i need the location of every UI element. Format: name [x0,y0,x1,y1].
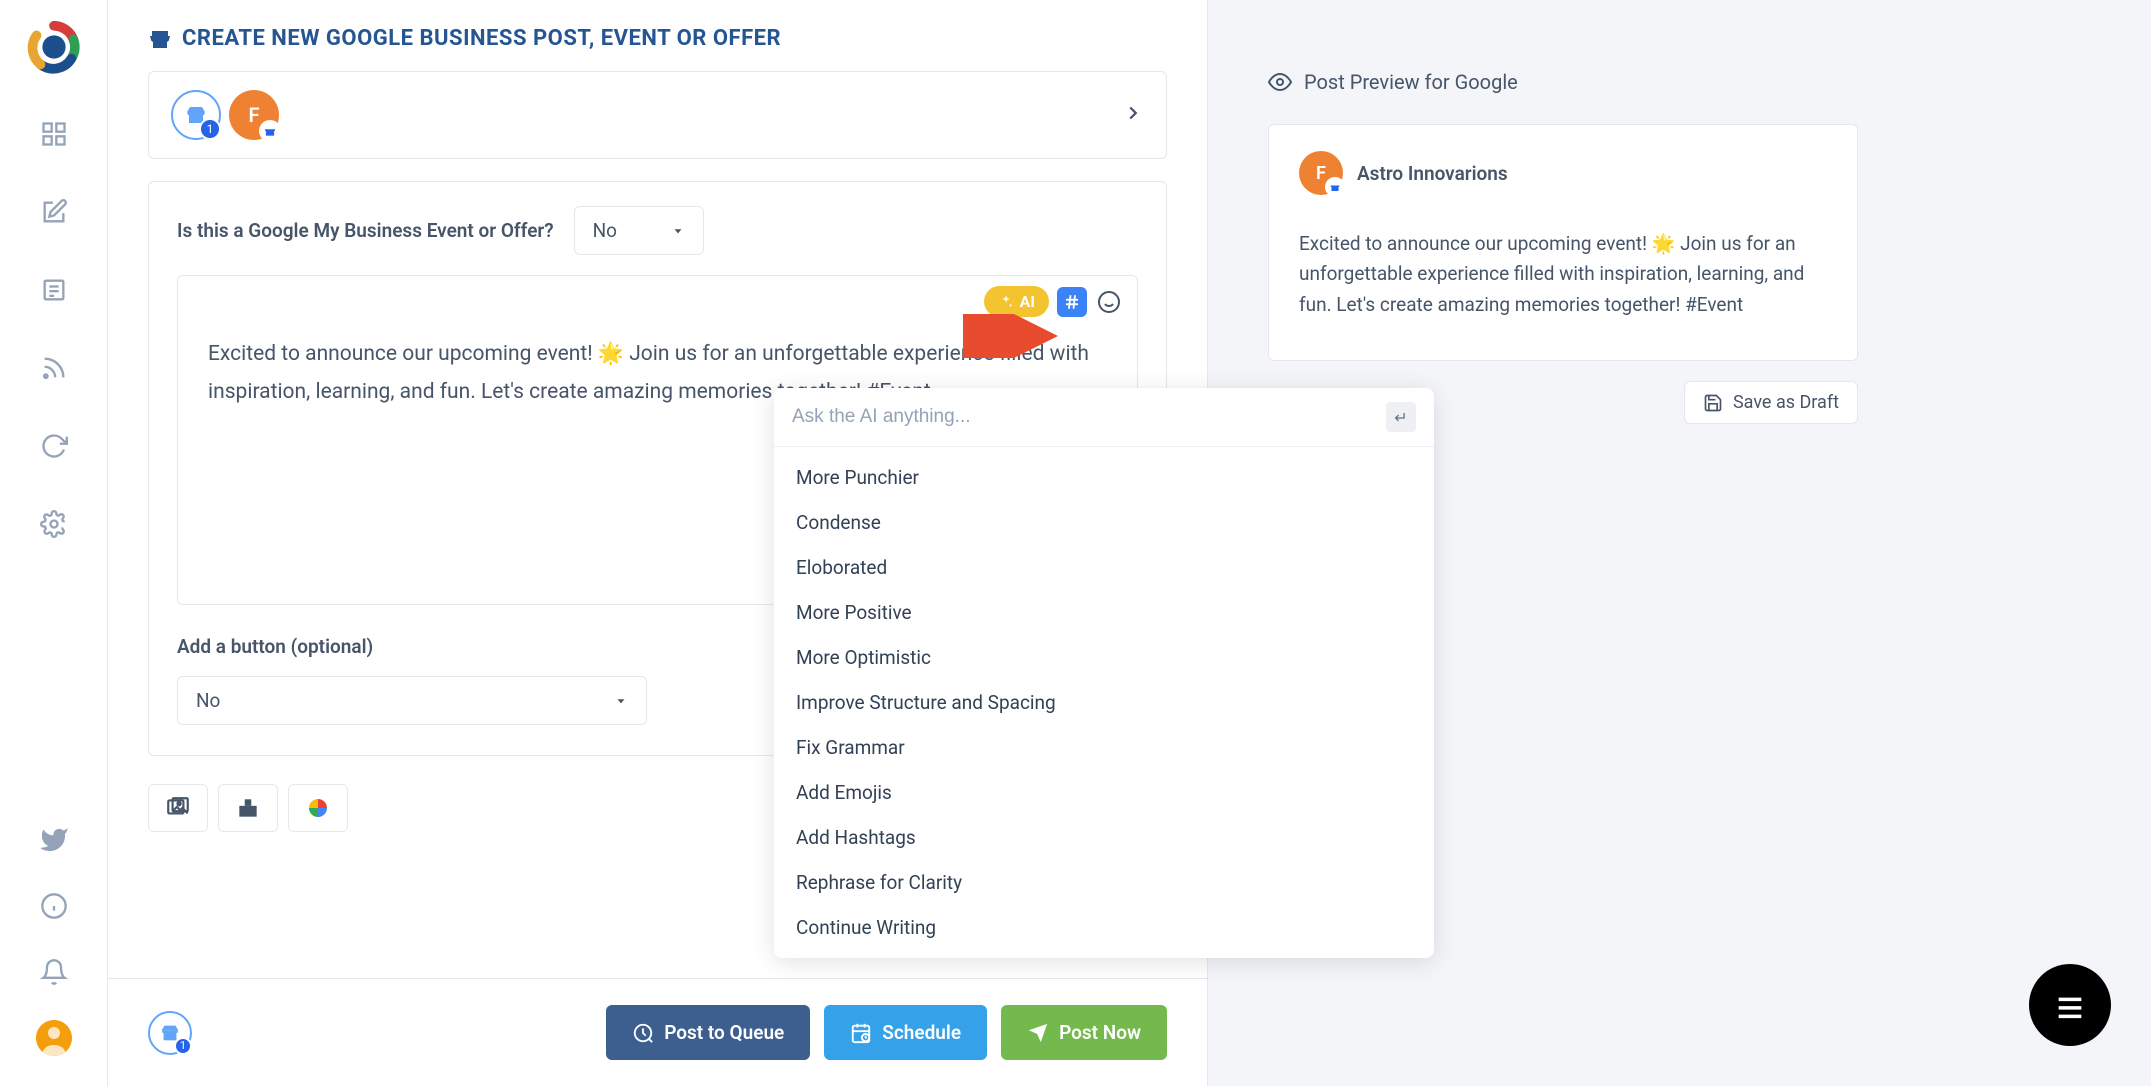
footer-account-badge: 1 [174,1037,192,1055]
ai-dropdown: ↵ More Punchier Condense Eloborated More… [774,388,1434,958]
nav-refresh[interactable] [36,428,72,464]
platform-badge-icon [259,120,281,142]
ai-submit-button[interactable]: ↵ [1386,402,1416,432]
ai-options-list: More Punchier Condense Eloborated More P… [774,447,1434,958]
nav-compose[interactable] [36,194,72,230]
save-draft-label: Save as Draft [1733,392,1839,413]
post-now-label: Post Now [1059,1021,1141,1044]
add-image-button[interactable] [148,784,208,832]
account-avatar: F [229,90,279,140]
app-logo [25,18,83,76]
editor-toolbar: AI [984,286,1123,317]
ai-option[interactable]: Add Hashtags [774,815,1434,860]
preview-header: Post Preview for Google [1268,70,2111,94]
preview-body-text: Excited to announce our upcoming event! … [1299,229,1827,320]
expand-accounts-icon[interactable] [1122,102,1144,128]
ai-option[interactable]: Add Emojis [774,770,1434,815]
nav-news[interactable] [36,272,72,308]
add-media-button[interactable] [218,784,278,832]
google-photos-button[interactable] [288,784,348,832]
composer-panel: CREATE NEW GOOGLE BUSINESS POST, EVENT O… [108,0,1208,1086]
ai-option[interactable]: Condense [774,500,1434,545]
event-offer-select[interactable]: No [574,206,704,255]
ai-option[interactable]: Continue Writing [774,905,1434,950]
add-button-value: No [196,689,220,712]
footer: 1 Post to Queue Schedule Post Now [108,978,1207,1086]
eye-icon [1268,70,1292,94]
ai-option[interactable]: More Punchier [774,455,1434,500]
add-button-select[interactable]: No [177,676,647,725]
preview-header-text: Post Preview for Google [1304,70,1518,94]
page-title-row: CREATE NEW GOOGLE BUSINESS POST, EVENT O… [148,26,1167,51]
sidebar [0,0,108,1086]
ai-option[interactable]: Improve Structure and Spacing [774,680,1434,725]
event-offer-label: Is this a Google My Business Event or Of… [177,219,554,242]
preview-avatar-letter: F [1316,163,1326,184]
user-avatar[interactable] [36,1020,72,1056]
emoji-button[interactable] [1095,288,1123,316]
preview-platform-badge [1325,177,1345,197]
ai-option[interactable]: Eloborated [774,545,1434,590]
event-offer-value: No [593,219,617,242]
annotation-arrow [963,314,1063,358]
google-business-avatar: 1 [171,90,221,140]
schedule-label: Schedule [882,1021,961,1044]
nav-twitter[interactable] [36,822,72,858]
nav-dashboard[interactable] [36,116,72,152]
nav-settings[interactable] [36,506,72,542]
ai-button[interactable]: AI [984,286,1049,317]
preview-card: F Astro Innovarions Excited to announce … [1268,124,1858,361]
page-title: CREATE NEW GOOGLE BUSINESS POST, EVENT O… [182,26,781,51]
ai-option[interactable]: More Optimistic [774,635,1434,680]
nav-rss[interactable] [36,350,72,386]
fab-menu-button[interactable] [2029,964,2111,1046]
shop-icon [148,27,172,51]
preview-account-avatar: F [1299,151,1343,195]
post-now-button[interactable]: Post Now [1001,1005,1167,1060]
nav-info[interactable] [36,888,72,924]
account-count-badge: 1 [199,118,221,140]
ai-option[interactable]: Rephrase for Clarity [774,860,1434,905]
footer-account-avatar[interactable]: 1 [148,1011,192,1055]
ai-button-label: AI [1020,292,1035,311]
account-avatar-letter: F [249,103,260,127]
hashtag-button[interactable] [1057,287,1087,317]
schedule-button[interactable]: Schedule [824,1005,987,1060]
nav-notifications[interactable] [36,954,72,990]
save-as-draft-button[interactable]: Save as Draft [1684,381,1858,424]
preview-account-name: Astro Innovarions [1357,162,1508,185]
ai-option[interactable]: More Positive [774,590,1434,635]
post-to-queue-button[interactable]: Post to Queue [606,1005,810,1060]
ai-prompt-input[interactable] [792,406,1386,428]
account-selector-card[interactable]: 1 F [148,71,1167,159]
ai-option[interactable]: Fix Grammar [774,725,1434,770]
post-to-queue-label: Post to Queue [664,1021,784,1044]
